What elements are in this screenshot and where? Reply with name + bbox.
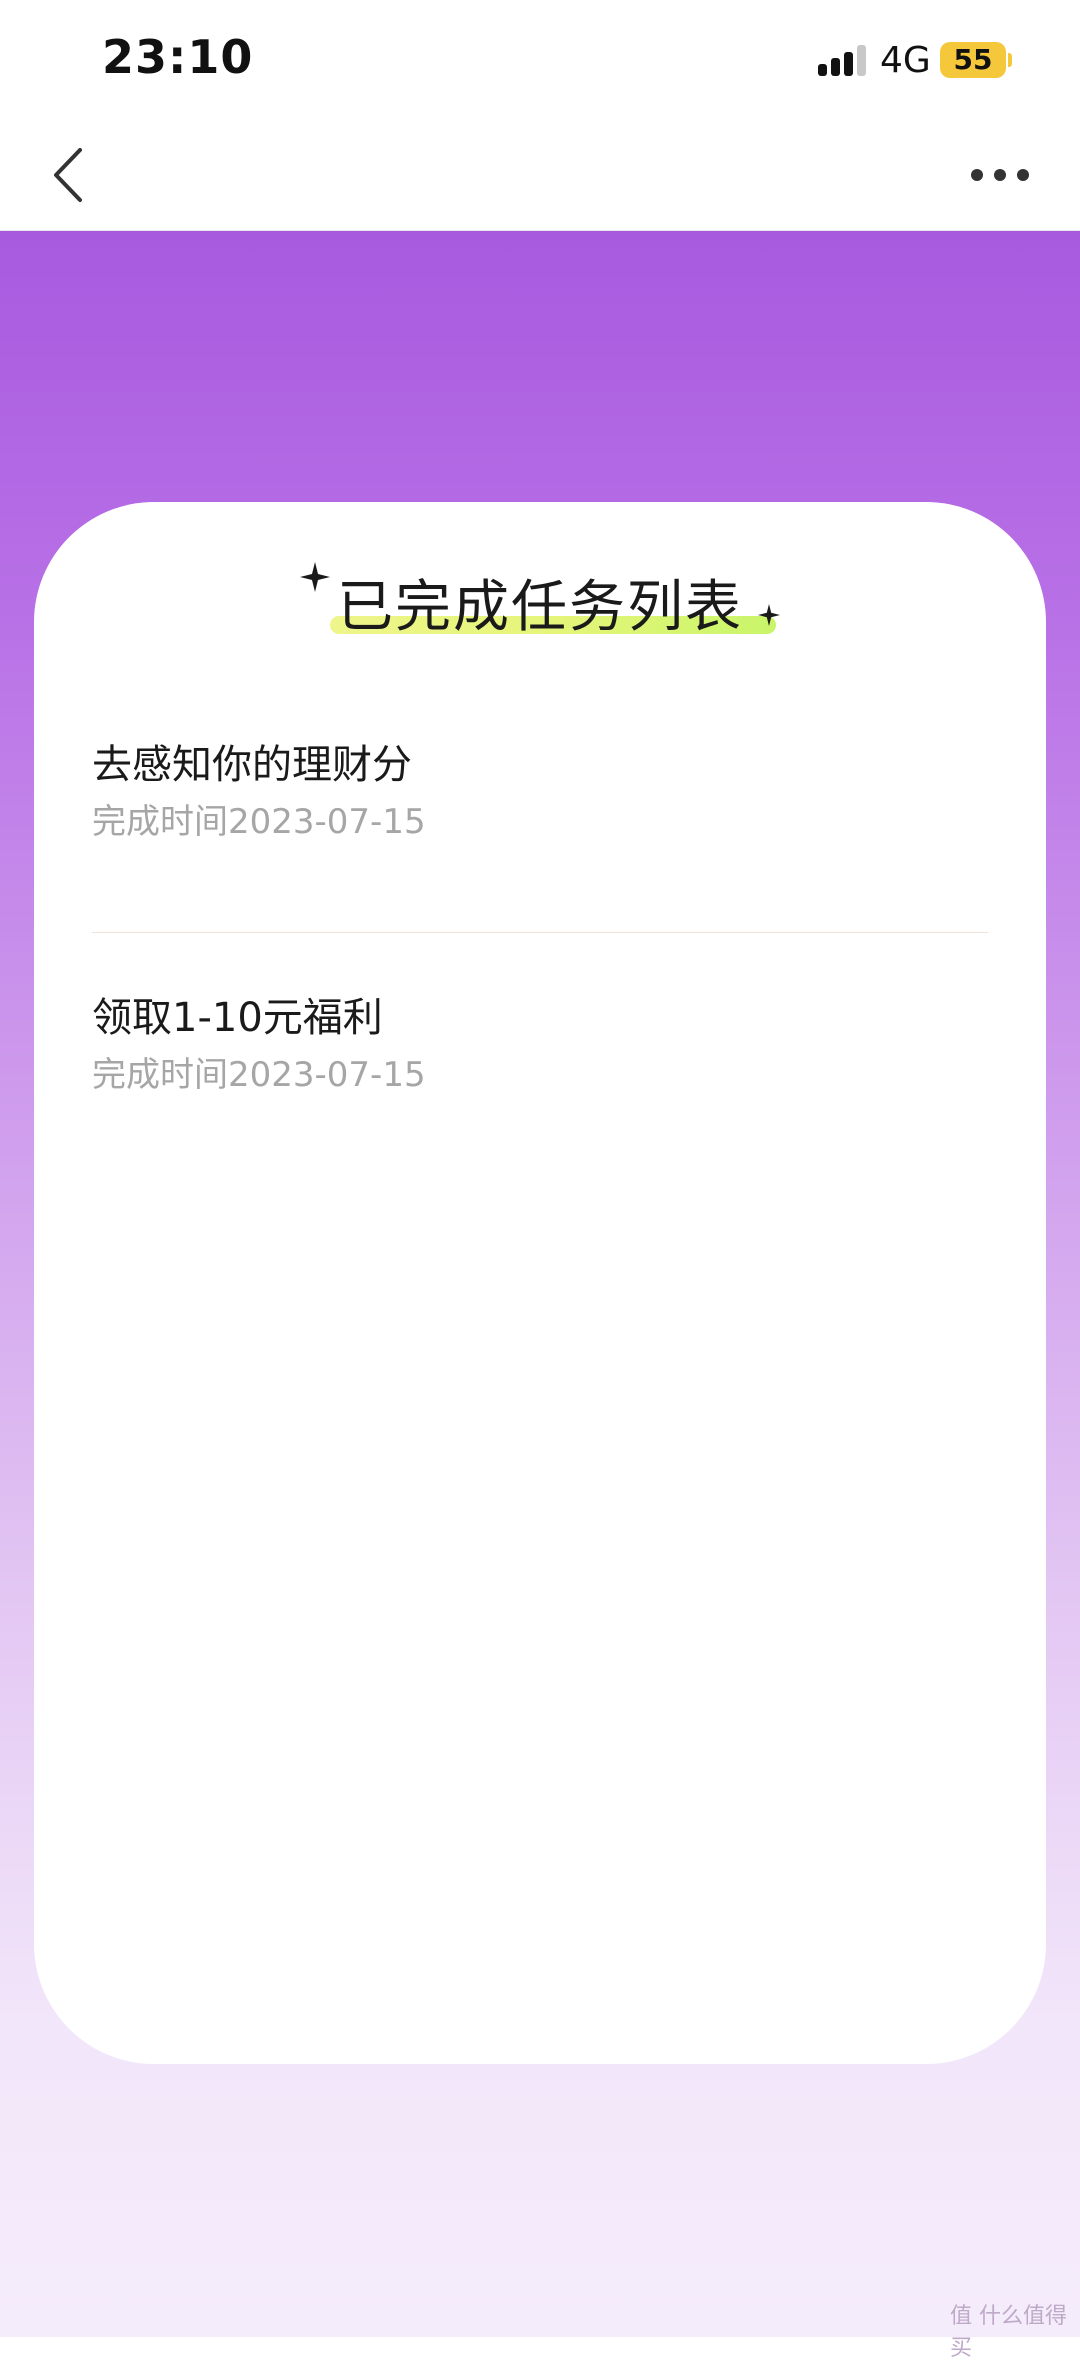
- nav-bar: [0, 120, 1080, 231]
- sparkle-icon: [300, 562, 330, 592]
- chevron-left-icon: [54, 148, 82, 202]
- sparkle-icon: [758, 604, 780, 626]
- more-button[interactable]: [960, 150, 1040, 200]
- battery-tip: [1008, 53, 1012, 67]
- status-time: 23:10: [102, 30, 254, 84]
- back-button[interactable]: [36, 140, 106, 210]
- status-bar: 23:10 4G 55: [0, 0, 1080, 120]
- task-name: 领取1-10元福利: [92, 995, 383, 1041]
- task-card: 已完成任务列表 去感知你的理财分 完成时间2023-07-15 领取1-10元福…: [34, 502, 1046, 2064]
- more-horizontal-icon: [971, 169, 1029, 181]
- card-title-wrap: 已完成任务列表: [34, 562, 1046, 662]
- battery-icon: 55: [940, 42, 1006, 78]
- network-type: 4G: [880, 40, 931, 81]
- watermark: 值 什么值得买: [950, 2304, 1067, 2361]
- task-time: 完成时间2023-07-15: [92, 802, 426, 842]
- task-time: 完成时间2023-07-15: [92, 1055, 426, 1095]
- card-title: 已完成任务列表: [337, 575, 743, 640]
- signal-icon: [818, 44, 866, 76]
- list-item[interactable]: 领取1-10元福利 完成时间2023-07-15: [92, 932, 988, 1133]
- list-item[interactable]: 去感知你的理财分 完成时间2023-07-15: [92, 732, 988, 932]
- task-name: 去感知你的理财分: [92, 742, 412, 788]
- task-list: 去感知你的理财分 完成时间2023-07-15 领取1-10元福利 完成时间20…: [92, 732, 988, 1133]
